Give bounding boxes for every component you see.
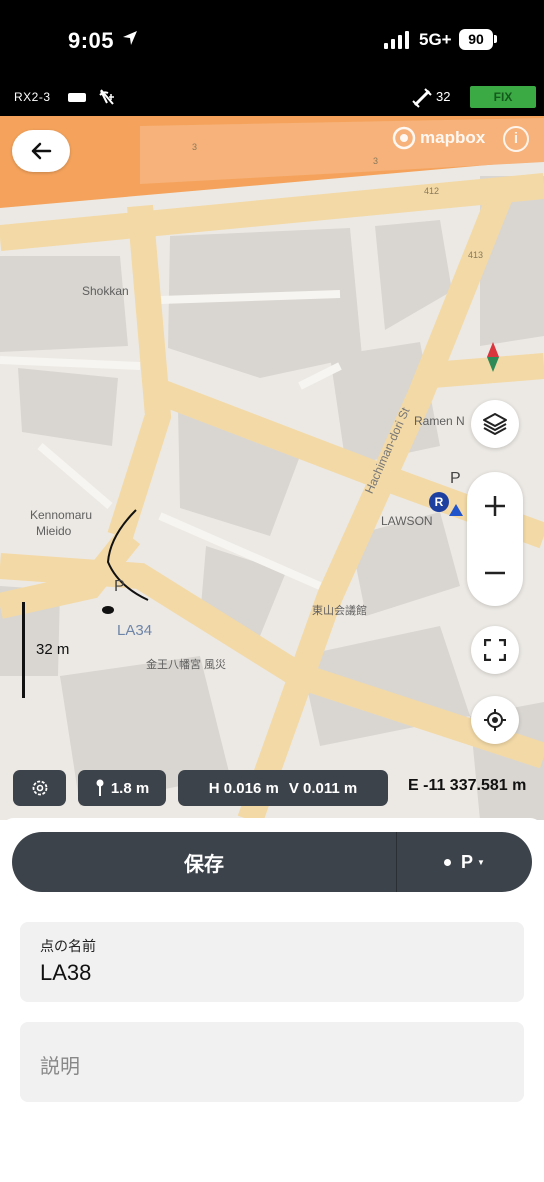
easting-readout: E -11 337.581 m [408, 777, 527, 794]
settings-chip[interactable] [13, 770, 66, 806]
status-time: 9:05 [68, 28, 115, 53]
road-number: 412 [424, 186, 440, 196]
code-dropdown[interactable]: P ▼ [397, 832, 532, 892]
battery-indicator: 90 [459, 29, 493, 50]
info-icon[interactable]: i [503, 126, 529, 152]
mapbox-logo-icon [392, 126, 416, 150]
map-label-hall: 東山会議館 [312, 605, 367, 617]
plus-icon [485, 495, 505, 516]
road-number: 3 [192, 142, 198, 152]
receiver-name: RX2-3 [14, 90, 51, 104]
accuracy-chip[interactable]: H 0.016 m V 0.011 m [178, 770, 388, 806]
parking-marker: P [114, 578, 125, 595]
point-marker-icon[interactable] [100, 604, 116, 616]
parking-marker: P [450, 470, 461, 487]
battery-tip [494, 35, 497, 43]
receiver-status-bar: RX2-3 32 FIX [0, 82, 544, 116]
no-correction-signal-icon [99, 89, 114, 105]
map-label-shokkan: Shokkan [82, 284, 129, 298]
description-placeholder[interactable]: 説明 [40, 1050, 80, 1079]
point-label: LA34 [117, 622, 153, 639]
antenna-height-chip[interactable]: 1.8 m [78, 770, 166, 806]
back-button[interactable] [12, 130, 70, 172]
map-label-mieido: Mieido [36, 524, 72, 538]
map-view[interactable]: 3 3 412 413 Shokkan Kennomaru Mieido Ram… [0, 116, 544, 820]
save-button[interactable]: 保存 [12, 832, 396, 892]
layers-icon [483, 413, 507, 435]
mapbox-wordmark: mapbox [420, 128, 486, 147]
compass-icon[interactable] [485, 342, 501, 372]
gear-icon [32, 780, 47, 796]
zoom-controls [467, 472, 523, 606]
map-label-shrine: 金王八幡宮 風災 [146, 659, 227, 671]
fix-status-badge: FIX [470, 86, 536, 108]
point-sheet: 保存 P ▼ 点の名前 LA38 説明 [0, 818, 544, 1182]
fullscreen-button[interactable] [471, 626, 519, 674]
mapbox-attribution[interactable]: mapbox [392, 126, 485, 150]
save-bar: 保存 P ▼ [12, 832, 532, 892]
crosshair-icon [484, 709, 506, 731]
satellite-icon [412, 88, 432, 108]
satellite-count: 32 [436, 89, 451, 104]
network-type: 5G+ [419, 30, 452, 49]
poi-r-marker[interactable]: R [429, 492, 449, 512]
code-dot-icon [444, 858, 452, 866]
map-label-ramen: Ramen N [414, 414, 465, 428]
point-name-field[interactable]: 点の名前 LA38 [20, 922, 524, 1002]
receiver-battery-icon [68, 93, 86, 102]
scale-bar [22, 602, 25, 698]
location-arrow-icon [123, 31, 137, 45]
description-field[interactable]: 説明 [20, 1022, 524, 1102]
code-value: P [461, 851, 474, 872]
antenna-height-value: 1.8 m [110, 779, 150, 797]
chevron-down-icon: ▼ [477, 857, 485, 867]
map-label-kennomaru: Kennomaru [30, 508, 93, 522]
road-number: 413 [468, 250, 484, 260]
zoom-in-button[interactable] [467, 472, 523, 539]
zoom-out-button[interactable] [467, 539, 523, 606]
point-name-value[interactable]: LA38 [40, 960, 91, 986]
map-label-lawson: LAWSON [381, 514, 433, 528]
scale-label: 32 m [36, 641, 70, 658]
vertical-accuracy: V 0.011 m [288, 779, 358, 797]
my-location-button[interactable] [471, 696, 519, 744]
point-name-label: 点の名前 [40, 938, 96, 954]
fullscreen-icon [484, 639, 506, 661]
road-number: 3 [373, 156, 379, 166]
horizontal-accuracy: H 0.016 m [208, 779, 279, 797]
status-bar: 9:05 5G+ 90 [0, 0, 544, 82]
arrow-left-icon [31, 142, 52, 160]
pole-icon [96, 779, 104, 796]
map-base-layer [0, 116, 544, 820]
minus-icon [485, 571, 505, 574]
cellular-signal-icon [384, 31, 409, 49]
layers-button[interactable] [471, 400, 519, 448]
navigation-arrow-icon [449, 504, 463, 516]
